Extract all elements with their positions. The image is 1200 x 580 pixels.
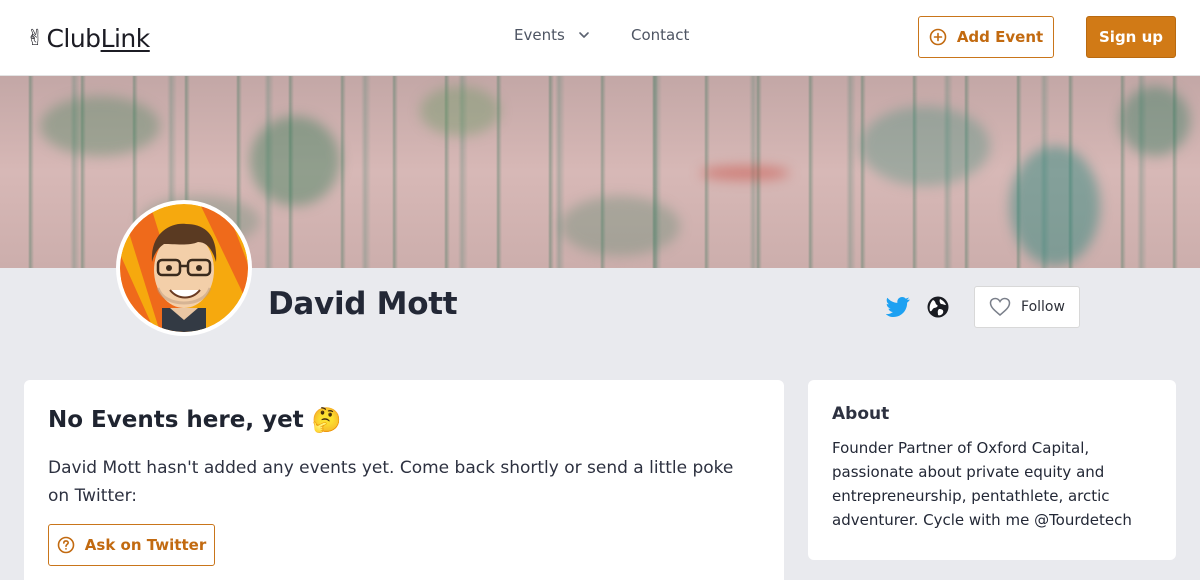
top-navbar: ✌ ClubLink Events Contact Add Event Sign… bbox=[0, 0, 1200, 76]
events-empty-message: David Mott hasn't added any events yet. … bbox=[48, 458, 734, 506]
nav-events-label: Events bbox=[514, 26, 565, 44]
about-card: About Founder Partner of Oxford Capital,… bbox=[808, 380, 1176, 560]
clublink-logo[interactable]: ✌ ClubLink bbox=[26, 20, 150, 56]
add-event-button[interactable]: Add Event bbox=[918, 16, 1054, 58]
follow-label: Follow bbox=[1021, 299, 1065, 315]
chevron-down-icon bbox=[578, 32, 589, 38]
avatar-image bbox=[120, 204, 248, 332]
nav-contact-link[interactable]: Contact bbox=[631, 26, 689, 44]
events-card: No Events here, yet 🤔 David Mott hasn't … bbox=[24, 380, 784, 580]
about-title: About bbox=[832, 404, 890, 424]
about-text: Founder Partner of Oxford Capital, passi… bbox=[832, 439, 1132, 529]
add-event-label: Add Event bbox=[956, 28, 1044, 46]
profile-avatar bbox=[116, 200, 252, 336]
thinking-face-icon: 🤔 bbox=[311, 406, 342, 434]
twitter-icon[interactable] bbox=[886, 296, 910, 318]
plus-circle-icon bbox=[929, 28, 947, 46]
globe-icon[interactable] bbox=[927, 296, 949, 318]
victory-hand-icon: ✌ bbox=[26, 25, 45, 51]
signup-button[interactable]: Sign up bbox=[1086, 16, 1176, 58]
heart-icon bbox=[989, 297, 1011, 316]
ask-on-twitter-button[interactable]: Ask on Twitter bbox=[48, 524, 215, 566]
follow-button[interactable]: Follow bbox=[974, 286, 1080, 328]
ask-on-twitter-label: Ask on Twitter bbox=[84, 536, 207, 554]
logo-wordmark: ClubLink bbox=[46, 23, 150, 53]
nav-events-dropdown[interactable]: Events bbox=[514, 26, 591, 44]
events-empty-title: No Events here, yet 🤔 bbox=[48, 406, 342, 434]
question-circle-icon bbox=[57, 536, 75, 554]
profile-name: David Mott bbox=[268, 286, 458, 322]
